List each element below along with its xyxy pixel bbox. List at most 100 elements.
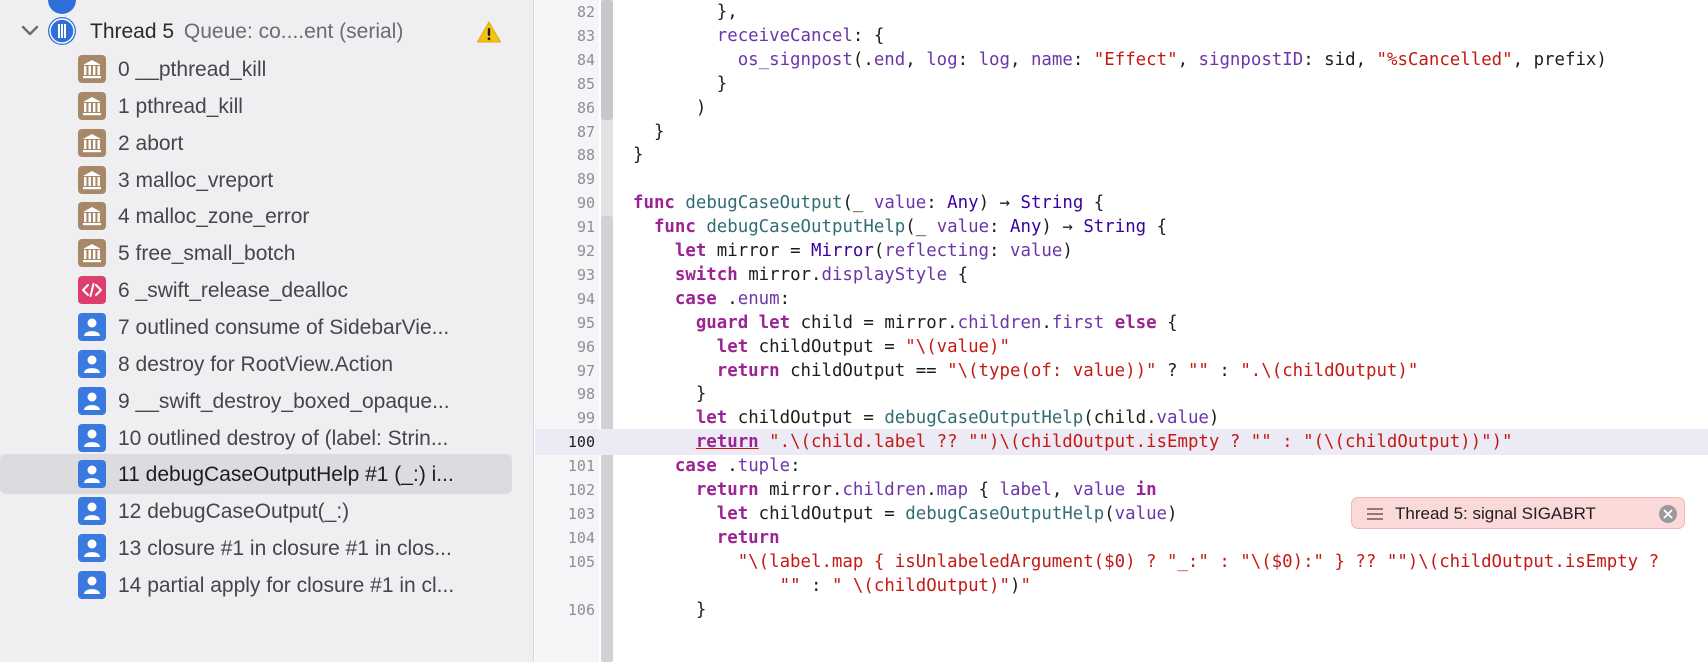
code-text[interactable]: os_signpost(.end, log: log, name: "Effec… xyxy=(633,47,1607,73)
line-number[interactable]: 100 xyxy=(535,429,595,455)
line-number[interactable]: 89 xyxy=(535,166,595,192)
issue-message: Thread 5: signal SIGABRT xyxy=(1395,504,1596,523)
stack-frame-row[interactable]: 12 debugCaseOutput(_:) xyxy=(0,491,533,531)
code-text[interactable]: guard let child = mirror.children.first … xyxy=(633,310,1178,336)
line-number[interactable]: 96 xyxy=(535,334,595,360)
line-number[interactable]: 105 xyxy=(535,549,595,575)
stack-frame-label: 8 destroy for RootView.Action xyxy=(118,352,394,376)
code-line[interactable]: 96 let childOutput = "\(value)" xyxy=(535,334,1708,360)
line-number[interactable]: 94 xyxy=(535,286,595,312)
warning-triangle-icon[interactable] xyxy=(476,20,502,44)
code-line[interactable]: 101 case .tuple: xyxy=(535,453,1708,479)
stack-frame-row[interactable]: 6 _swift_release_dealloc xyxy=(0,270,533,310)
line-number[interactable]: 85 xyxy=(535,71,595,97)
line-number[interactable]: 84 xyxy=(535,47,595,73)
line-number[interactable]: 82 xyxy=(535,0,595,25)
code-line[interactable]: "" : " \(childOutput)")" xyxy=(535,573,1708,599)
code-line[interactable]: 99 let childOutput = debugCaseOutputHelp… xyxy=(535,405,1708,431)
code-text[interactable]: receiveCancel: { xyxy=(633,23,885,49)
code-text[interactable]: } xyxy=(633,142,643,168)
code-text[interactable]: } xyxy=(633,119,664,145)
line-number[interactable]: 93 xyxy=(535,262,595,288)
line-number[interactable]: 92 xyxy=(535,238,595,264)
code-text[interactable]: return ".\(child.label ?? "")\(childOutp… xyxy=(633,429,1513,455)
code-text[interactable]: } xyxy=(633,71,727,97)
code-text[interactable]: func debugCaseOutput(_ value: Any) → Str… xyxy=(633,190,1104,216)
code-text[interactable]: let childOutput = debugCaseOutputHelp(ch… xyxy=(633,405,1220,431)
thread-row[interactable]: Thread 5 Queue: co....ent (serial) xyxy=(0,12,533,50)
stack-frame-row[interactable]: 14 partial apply for closure #1 in cl... xyxy=(0,565,533,605)
line-number[interactable]: 99 xyxy=(535,405,595,431)
code-line[interactable]: 85 } xyxy=(535,71,1708,97)
code-line[interactable]: 93 switch mirror.displayStyle { xyxy=(535,262,1708,288)
code-text[interactable]: let mirror = Mirror(reflecting: value) xyxy=(633,238,1073,264)
line-number[interactable]: 104 xyxy=(535,525,595,551)
code-text[interactable]: let childOutput = "\(value)" xyxy=(633,334,1010,360)
line-number[interactable]: 90 xyxy=(535,190,595,216)
code-text[interactable]: case .enum: xyxy=(633,286,790,312)
stack-frame-row[interactable]: 7 outlined consume of SidebarVie... xyxy=(0,307,533,347)
stack-frame-row[interactable]: 10 outlined destroy of (label: Strin... xyxy=(0,418,533,458)
code-text[interactable]: "\(label.map { isUnlabeledArgument($0) ?… xyxy=(633,549,1659,575)
close-circle-icon[interactable] xyxy=(1658,504,1678,524)
code-line[interactable]: 98 } xyxy=(535,381,1708,407)
code-text[interactable]: return childOutput == "\(type(of: value)… xyxy=(633,358,1419,384)
line-number[interactable]: 86 xyxy=(535,95,595,121)
code-line[interactable]: 95 guard let child = mirror.children.fir… xyxy=(535,310,1708,336)
code-line-current[interactable]: 100 return ".\(child.label ?? "")\(child… xyxy=(535,429,1708,456)
code-text[interactable]: case .tuple: xyxy=(633,453,801,479)
code-line[interactable]: 105 "\(label.map { isUnlabeledArgument($… xyxy=(535,549,1708,575)
stack-frame-row[interactable]: 9 __swift_destroy_boxed_opaque... xyxy=(0,381,533,421)
code-line[interactable]: 83 receiveCancel: { xyxy=(535,23,1708,49)
code-text[interactable]: "" : " \(childOutput)")" xyxy=(633,573,1031,599)
stack-frame-row[interactable]: 5 free_small_botch xyxy=(0,233,533,273)
code-text[interactable]: }, xyxy=(633,0,738,25)
system-library-icon xyxy=(78,128,106,157)
stack-frame-row[interactable]: 3 malloc_vreport xyxy=(0,160,533,200)
line-number[interactable]: 87 xyxy=(535,119,595,145)
line-number[interactable]: 101 xyxy=(535,453,595,479)
stack-frame-label: 10 outlined destroy of (label: Strin... xyxy=(118,426,449,450)
line-number[interactable]: 95 xyxy=(535,310,595,336)
stack-frame-row[interactable]: 8 destroy for RootView.Action xyxy=(0,344,533,384)
line-number[interactable]: 91 xyxy=(535,214,595,240)
code-text[interactable]: return mirror.children.map { label, valu… xyxy=(633,477,1157,503)
line-number[interactable]: 102 xyxy=(535,477,595,503)
code-line[interactable]: 86 ) xyxy=(535,95,1708,121)
code-line[interactable]: 90 func debugCaseOutput(_ value: Any) → S… xyxy=(535,190,1708,216)
code-line[interactable]: 82 }, xyxy=(535,0,1708,25)
issue-annotation[interactable]: Thread 5: signal SIGABRT xyxy=(1351,497,1685,529)
thread-title: Thread 5 Queue: co....ent (serial) xyxy=(90,20,403,44)
source-editor[interactable]: 82 }, 83 receiveCancel: {84 os_signpost(.… xyxy=(535,0,1708,662)
code-line[interactable]: 87 } xyxy=(535,119,1708,145)
code-line[interactable]: 106 } xyxy=(535,597,1708,623)
line-number[interactable]: 98 xyxy=(535,381,595,407)
stack-frame-label: 5 free_small_botch xyxy=(118,242,296,266)
line-number[interactable]: 83 xyxy=(535,23,595,49)
stack-frame-row[interactable]: 4 malloc_zone_error xyxy=(0,196,533,236)
stack-frame-row[interactable]: 1 pthread_kill xyxy=(0,86,533,126)
line-number[interactable]: 88 xyxy=(535,142,595,168)
code-line[interactable]: 94 case .enum: xyxy=(535,286,1708,312)
chevron-down-icon[interactable] xyxy=(20,23,40,39)
code-text[interactable]: let childOutput = debugCaseOutputHelp(va… xyxy=(633,501,1178,527)
code-text[interactable]: return xyxy=(633,525,780,551)
code-text[interactable]: switch mirror.displayStyle { xyxy=(633,262,968,288)
code-line[interactable]: 89 xyxy=(535,166,1708,192)
stack-frame-row[interactable]: 11 debugCaseOutputHelp #1 (_:) i... xyxy=(0,454,533,495)
stack-frame-row[interactable]: 0 __pthread_kill xyxy=(0,49,533,89)
line-number[interactable]: 97 xyxy=(535,358,595,384)
code-text[interactable]: ) xyxy=(633,95,706,121)
code-line[interactable]: 91 func debugCaseOutputHelp(_ value: Any… xyxy=(535,214,1708,240)
code-text[interactable]: } xyxy=(633,381,706,407)
code-line[interactable]: 88} xyxy=(535,142,1708,168)
code-text[interactable]: } xyxy=(633,597,706,623)
code-line[interactable]: 84 os_signpost(.end, log: log, name: "Ef… xyxy=(535,47,1708,73)
line-number[interactable]: 106 xyxy=(535,597,595,623)
code-line[interactable]: 92 let mirror = Mirror(reflecting: value… xyxy=(535,238,1708,264)
code-text[interactable]: func debugCaseOutputHelp(_ value: Any) →… xyxy=(633,214,1167,240)
code-line[interactable]: 97 return childOutput == "\(type(of: val… xyxy=(535,358,1708,384)
line-number[interactable]: 103 xyxy=(535,501,595,527)
stack-frame-row[interactable]: 2 abort xyxy=(0,123,533,163)
stack-frame-row[interactable]: 13 closure #1 in closure #1 in clos... xyxy=(0,528,533,568)
